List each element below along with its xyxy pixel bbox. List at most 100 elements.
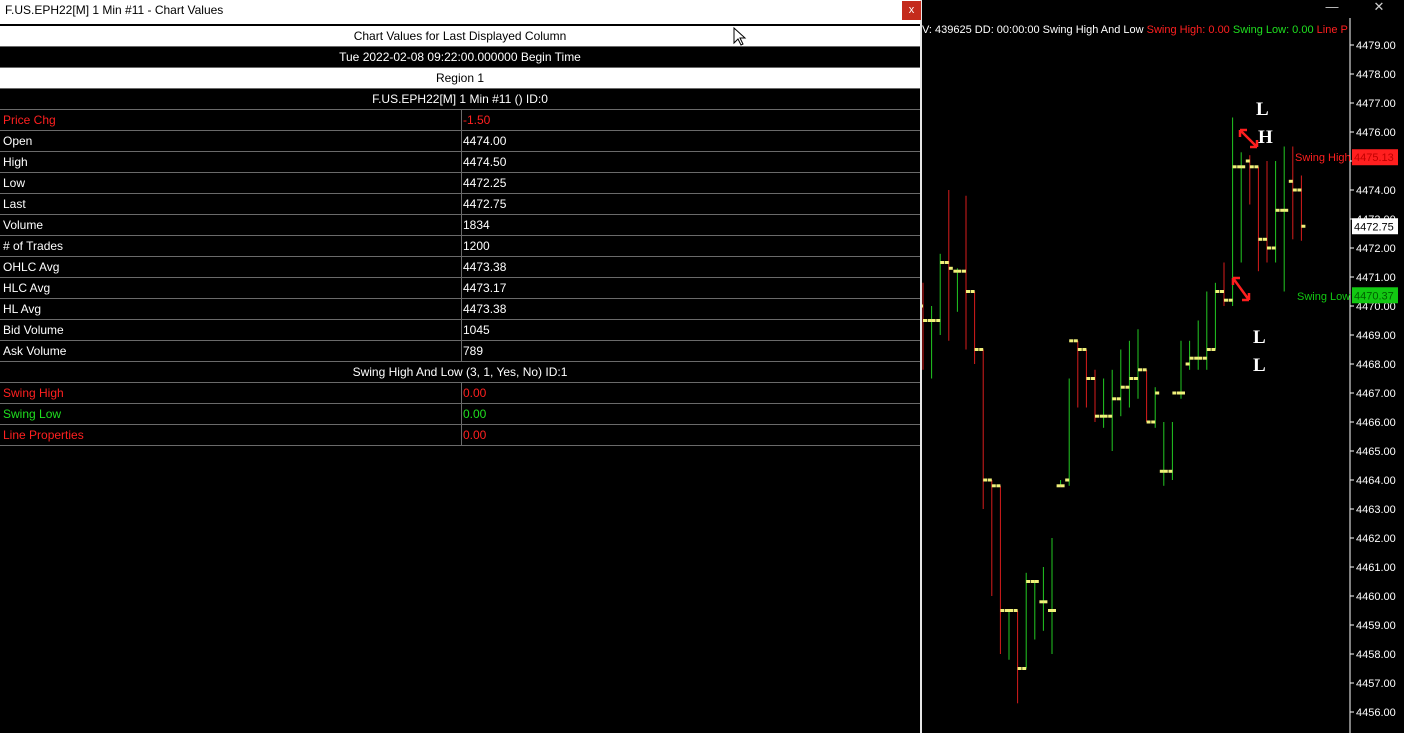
row-label: Swing High: [3, 386, 64, 400]
row-value: 4474.00: [463, 134, 507, 148]
table-row[interactable]: # of Trades 1200: [0, 236, 920, 257]
axis-tick-label: 4468.00: [1356, 359, 1396, 371]
table-row[interactable]: OHLC Avg 4473.38: [0, 257, 920, 278]
column-divider: [461, 383, 462, 403]
close-button[interactable]: x: [902, 1, 921, 20]
window-close-button[interactable]: ✕: [1369, 0, 1389, 14]
column-divider: [461, 194, 462, 214]
row-label: Ask Volume: [3, 344, 67, 358]
swing-annotation-letter: L: [1253, 327, 1266, 348]
column-divider: [461, 236, 462, 256]
chart-values-table: Chart Values for Last Displayed Column T…: [0, 26, 920, 446]
axis-tick-label: 4467.00: [1356, 388, 1396, 400]
window-titlebar[interactable]: F.US.EPH22[M] 1 Min #11 - Chart Values x: [0, 0, 921, 24]
axis-tick-label: 4474.00: [1356, 185, 1396, 197]
study-info-prefix: V: 439625 DD: 00:00:00 Swing High And Lo…: [922, 24, 1144, 36]
maximize-icon: [1323, 0, 1343, 14]
axis-tick-label: 4471.00: [1356, 272, 1396, 284]
row-label: HLC Avg: [3, 281, 51, 295]
row-value: 4472.25: [463, 176, 507, 190]
swing-annotation-letter: L: [1256, 99, 1269, 120]
column-divider: [461, 425, 462, 445]
column-divider: [461, 257, 462, 277]
swing-low-readout: Swing Low: 0.00: [1232, 24, 1314, 36]
row-label: HL Avg: [3, 302, 42, 316]
price-chart[interactable]: 4479.004478.004477.004476.004475.004474.…: [922, 0, 1404, 733]
table-heading: Chart Values for Last Displayed Column: [0, 26, 920, 47]
table-row[interactable]: Low 4472.25: [0, 173, 920, 194]
line-properties-readout: Line P: [1316, 24, 1348, 36]
axis-tick-label: 4458.00: [1356, 649, 1396, 661]
chart-area[interactable]: 4479.004478.004477.004476.004475.004474.…: [922, 0, 1404, 733]
row-label: Low: [3, 176, 26, 190]
axis-tick-label: 4461.00: [1356, 562, 1396, 574]
row-label: Price Chg: [3, 113, 56, 127]
axis-tick-label: 4476.00: [1356, 127, 1396, 139]
table-row[interactable]: Ask Volume 789: [0, 341, 920, 362]
swing-annotation-letter: L: [1253, 355, 1266, 376]
price-tag-text: 4470.37: [1354, 290, 1394, 302]
swing-high-label: Swing High: [1295, 152, 1351, 164]
table-row[interactable]: Open 4474.00: [0, 131, 920, 152]
row-value: 1200: [463, 239, 490, 253]
row-label: Line Properties: [3, 428, 84, 442]
axis-tick-label: 4464.00: [1356, 475, 1396, 487]
axis-tick-label: 4457.00: [1356, 678, 1396, 690]
swing-annotation-letter: H: [1258, 127, 1273, 148]
swing-low-label: Swing Low: [1297, 291, 1350, 303]
column-divider: [461, 404, 462, 424]
row-value: 4473.38: [463, 260, 507, 274]
row-label: # of Trades: [3, 239, 64, 253]
row-value: 0.00: [463, 407, 487, 421]
price-tag-text: 4475.13: [1354, 152, 1394, 164]
axis-tick-label: 4456.00: [1356, 707, 1396, 719]
row-value: 0.00: [463, 386, 487, 400]
row-value: 4474.50: [463, 155, 507, 169]
table-row[interactable]: HLC Avg 4473.17: [0, 278, 920, 299]
axis-tick-label: 4462.00: [1356, 533, 1396, 545]
column-divider: [461, 299, 462, 319]
column-divider: [461, 131, 462, 151]
table-row[interactable]: Price Chg -1.50: [0, 110, 920, 131]
row-value: 4473.38: [463, 302, 507, 316]
row-label: Last: [3, 197, 26, 211]
row-value: 1834: [463, 218, 490, 232]
column-divider: [461, 110, 462, 130]
column-divider: [461, 173, 462, 193]
table-row[interactable]: High 4474.50: [0, 152, 920, 173]
table-row[interactable]: Swing Low 0.00: [0, 404, 920, 425]
column-divider: [461, 341, 462, 361]
table-row[interactable]: Bid Volume 1045: [0, 320, 920, 341]
axis-tick-label: 4477.00: [1356, 98, 1396, 110]
table-row[interactable]: Volume 1834: [0, 215, 920, 236]
table-row[interactable]: Last 4472.75: [0, 194, 920, 215]
row-label: High: [3, 155, 28, 169]
table-row[interactable]: HL Avg 4473.38: [0, 299, 920, 320]
swing-high-readout: Swing High: 0.00: [1146, 24, 1230, 36]
study-line: Swing High And Low (3, 1, Yes, No) ID:1: [0, 362, 920, 383]
axis-tick-label: 4463.00: [1356, 504, 1396, 516]
row-value: 1045: [463, 323, 490, 337]
axis-tick-label: 4472.00: [1356, 243, 1396, 255]
window-title: F.US.EPH22[M] 1 Min #11 - Chart Values: [5, 3, 224, 17]
row-label: Swing Low: [3, 407, 62, 421]
row-value: 789: [463, 344, 484, 358]
table-row[interactable]: Line Properties 0.00: [0, 425, 920, 446]
row-label: Volume: [3, 218, 44, 232]
axis-tick-label: 4469.00: [1356, 330, 1396, 342]
column-divider: [461, 215, 462, 235]
row-value: 0.00: [463, 428, 487, 442]
row-label: Open: [3, 134, 33, 148]
row-value: 4473.17: [463, 281, 507, 295]
price-tag-text: 4472.75: [1354, 221, 1394, 233]
axis-tick-label: 4479.00: [1356, 40, 1396, 52]
axis-tick-label: 4465.00: [1356, 446, 1396, 458]
chart-values-window: F.US.EPH22[M] 1 Min #11 - Chart Values x…: [0, 0, 922, 733]
swing-low-arrow: [1231, 276, 1251, 302]
values-rows: Price Chg -1.50 Open 4474.00 High 4474.50 Low 4…: [0, 110, 920, 362]
row-label: Bid Volume: [3, 323, 64, 337]
row-value: 4472.75: [463, 197, 507, 211]
table-row[interactable]: Swing High 0.00: [0, 383, 920, 404]
study-rows: Swing High 0.00 Swing Low 0.00 Line Properti…: [0, 383, 920, 446]
row-value: -1.50: [463, 113, 491, 127]
